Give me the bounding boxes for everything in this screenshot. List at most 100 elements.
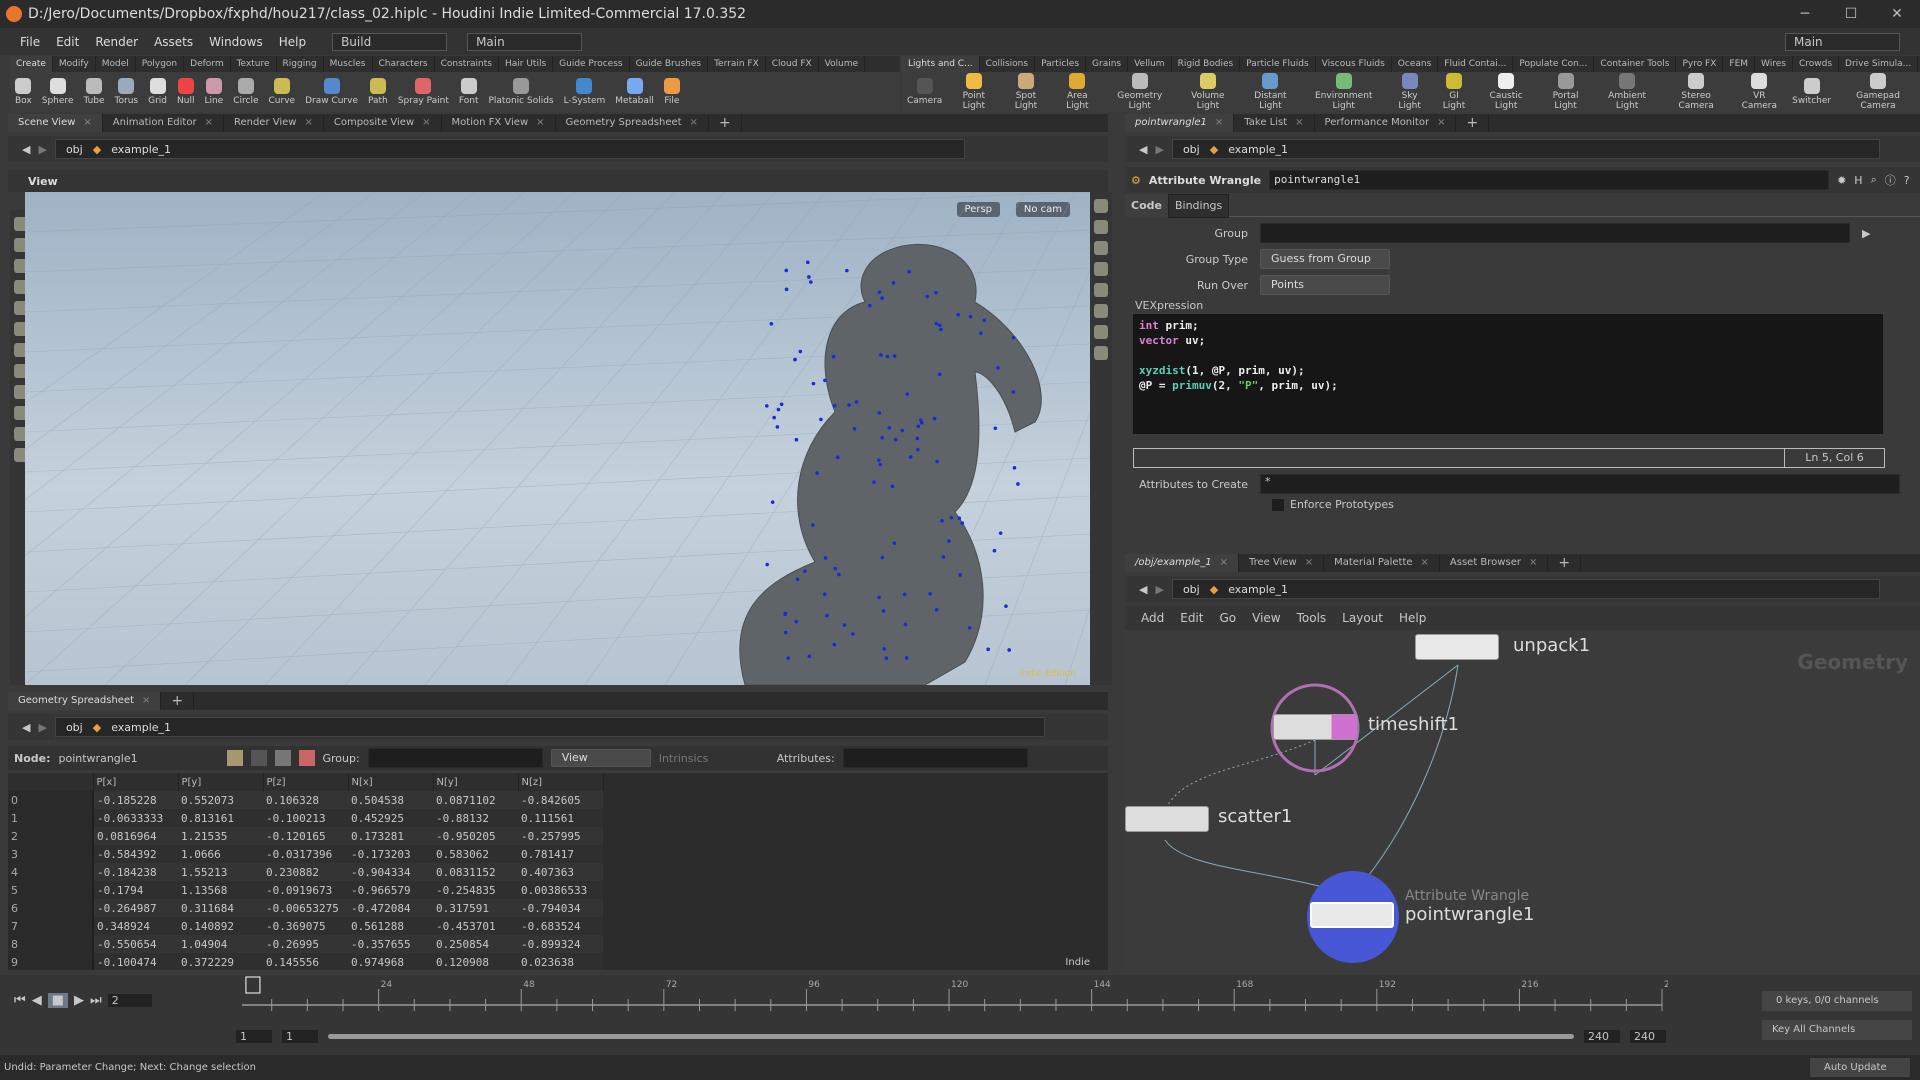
table-row[interactable]: 9 -0.100474 0.372229 0.145556 0.974968 0.1209… — [8, 953, 603, 970]
shelf-tool-tube[interactable]: Tube — [78, 78, 109, 106]
shelf-tab-crowds[interactable]: Crowds — [1793, 56, 1840, 72]
shelf-tool-box[interactable]: Box — [10, 78, 37, 106]
auto-update-menu[interactable]: Auto Update — [1810, 1058, 1910, 1077]
shelf-tool-torus[interactable]: Torus — [110, 78, 144, 106]
right-desktop-select[interactable]: Main — [1785, 32, 1900, 51]
shelf-tab-modify[interactable]: Modify — [53, 56, 96, 72]
group-field[interactable] — [367, 748, 543, 768]
skip-start-icon[interactable]: ⏮ — [14, 993, 26, 1008]
key-all-channels-menu[interactable]: Key All Channels — [1762, 1020, 1912, 1040]
run-over-menu[interactable]: Points — [1260, 275, 1390, 295]
shelf-tab-grains[interactable]: Grains — [1086, 56, 1129, 72]
shelf-tab-pyro-fx[interactable]: Pyro FX — [1676, 56, 1724, 72]
shelf-tool-portal-light[interactable]: Portal Light — [1538, 73, 1594, 111]
menu-windows[interactable]: Windows — [203, 35, 269, 49]
table-row[interactable]: 7 0.348924 0.140892 -0.369075 0.561288 -0.453… — [8, 917, 603, 935]
path-example[interactable]: example_1 — [111, 143, 171, 156]
shelf-tab-texture[interactable]: Texture — [231, 56, 277, 72]
points-mode-icon[interactable] — [226, 750, 243, 766]
end-frame-field[interactable]: 240 — [1630, 1030, 1666, 1043]
shelf-tab-populate-con[interactable]: Populate Con... — [1513, 56, 1595, 72]
path-obj[interactable]: obj — [1183, 143, 1200, 156]
network-menu-view[interactable]: View — [1252, 611, 1280, 625]
column-header[interactable]: N[y] — [433, 773, 519, 791]
shelf-tool-font[interactable]: Font — [454, 78, 484, 106]
path-example[interactable]: example_1 — [1228, 143, 1288, 156]
node-unpack1[interactable] — [1415, 634, 1499, 660]
shelf-tool-sky-light[interactable]: Sky Light — [1386, 73, 1433, 111]
shelf-tab-volume[interactable]: Volume — [819, 56, 866, 72]
context-select[interactable]: Main — [467, 32, 583, 51]
tab-motion-fx-view[interactable]: Motion FX View × — [442, 114, 556, 132]
lock-icon[interactable] — [1094, 220, 1108, 234]
vex-code-editor[interactable]: int prim; vector uv; xyzdist(1, @P, prim… — [1133, 314, 1883, 434]
shelf-tab-cloud-fx[interactable]: Cloud FX — [766, 56, 819, 72]
add-tab-button[interactable]: + — [1456, 114, 1490, 132]
shelf-tool-l-system[interactable]: L-System — [559, 78, 611, 106]
range-slider[interactable] — [328, 1034, 1574, 1039]
shelf-tool-gamepad-camera[interactable]: Gamepad Camera — [1836, 73, 1920, 111]
table-row[interactable]: 0 -0.185228 0.552073 0.106328 0.504538 0.0871… — [8, 791, 603, 809]
play-icon[interactable]: ▶ — [74, 993, 84, 1008]
network-menu-layout[interactable]: Layout — [1342, 611, 1383, 625]
shelf-tool-platonic-solids[interactable]: Platonic Solids — [483, 78, 558, 106]
close-button[interactable]: ✕ — [1874, 0, 1920, 28]
column-header[interactable]: P[z] — [263, 773, 349, 791]
shelf-tool-spot-light[interactable]: Spot Light — [1000, 73, 1051, 111]
node-timeshift1[interactable] — [1273, 714, 1357, 740]
network-menu-go[interactable]: Go — [1219, 611, 1236, 625]
path-breadcrumb[interactable]: obj ◆ example_1 — [1171, 579, 1880, 599]
snapshot-icon[interactable] — [1094, 346, 1108, 360]
shelf-tab-drive-simula[interactable]: Drive Simula... — [1839, 56, 1919, 72]
shelf-tool-point-light[interactable]: Point Light — [947, 73, 1000, 111]
maximize-button[interactable]: ☐ — [1828, 0, 1874, 28]
shelf-tab-deform[interactable]: Deform — [184, 56, 231, 72]
add-tab-button[interactable]: + — [709, 114, 742, 132]
shelf-tab-terrain-fx[interactable]: Terrain FX — [708, 56, 766, 72]
shelf-tab-viscous-fluids[interactable]: Viscous Fluids — [1316, 56, 1392, 72]
menu-help[interactable]: Help — [273, 35, 312, 49]
shelf-tool-gi-light[interactable]: GI Light — [1433, 73, 1475, 111]
column-header[interactable]: P[x] — [93, 773, 179, 791]
range-end-field[interactable]: 240 — [1584, 1030, 1620, 1043]
help-icon[interactable]: ? — [1904, 174, 1910, 187]
shelf-tool-distant-light[interactable]: Distant Light — [1239, 73, 1301, 111]
path-example[interactable]: example_1 — [1228, 583, 1288, 596]
start-frame-field[interactable]: 1 — [236, 1030, 272, 1043]
table-row[interactable]: 5 -0.1794 1.13568 -0.0919673 -0.966579 -0.254… — [8, 881, 603, 899]
table-row[interactable]: 2 0.0816964 1.21535 -0.120165 0.173281 -0.950… — [8, 827, 603, 845]
table-row[interactable]: 4 -0.184238 1.55213 0.230882 -0.904334 0.0831… — [8, 863, 603, 881]
column-header[interactable]: N[x] — [348, 773, 434, 791]
shelf-tab-rigid-bodies[interactable]: Rigid Bodies — [1172, 56, 1241, 72]
shelf-tool-sphere[interactable]: Sphere — [37, 78, 79, 106]
shelf-tool-environment-light[interactable]: Environment Light — [1301, 73, 1386, 111]
network-editor[interactable]: Geometry unpack1 timeshift1 scatter1 Att… — [1125, 630, 1920, 975]
table-row[interactable]: 1 -0.0633333 0.813161 -0.100213 0.452925 -0.8… — [8, 809, 603, 827]
shelf-tool-volume-light[interactable]: Volume Light — [1176, 73, 1239, 111]
shelf-tool-line[interactable]: Line — [199, 78, 228, 106]
forward-arrow-icon[interactable]: ▶ — [38, 143, 46, 156]
tab-bindings[interactable]: Bindings — [1167, 193, 1230, 218]
shelf-tool-curve[interactable]: Curve — [264, 78, 301, 106]
shelf-tab-vellum[interactable]: Vellum — [1128, 56, 1172, 72]
network-menu-add[interactable]: Add — [1141, 611, 1164, 625]
back-arrow-icon[interactable]: ◀ — [22, 143, 30, 156]
shelf-tool-area-light[interactable]: Area Light — [1052, 73, 1104, 111]
shelf-tool-null[interactable]: Null — [172, 78, 199, 106]
path-obj[interactable]: obj — [66, 143, 83, 156]
menu-edit[interactable]: Edit — [50, 35, 85, 49]
column-header[interactable]: N[z] — [518, 773, 604, 791]
vertices-mode-icon[interactable] — [250, 750, 267, 766]
path-obj[interactable]: obj — [66, 721, 83, 734]
shelf-tab-oceans[interactable]: Oceans — [1392, 56, 1439, 72]
back-arrow-icon[interactable]: ◀ — [1139, 143, 1147, 156]
shelf-tab-hair-utils[interactable]: Hair Utils — [499, 56, 554, 72]
node-scatter1[interactable] — [1125, 806, 1209, 832]
step-back-icon[interactable]: ◀ — [32, 993, 42, 1008]
shelf-tab-rigging[interactable]: Rigging — [277, 56, 324, 72]
playhead[interactable] — [245, 976, 261, 994]
normal-display-icon[interactable] — [1094, 325, 1108, 339]
3d-viewport[interactable]: Persp No cam Indie Edition — [25, 192, 1090, 685]
tab-take-list[interactable]: Take List × — [1234, 114, 1315, 132]
tab-geometry-spreadsheet[interactable]: Geometry Spreadsheet × — [556, 114, 709, 132]
